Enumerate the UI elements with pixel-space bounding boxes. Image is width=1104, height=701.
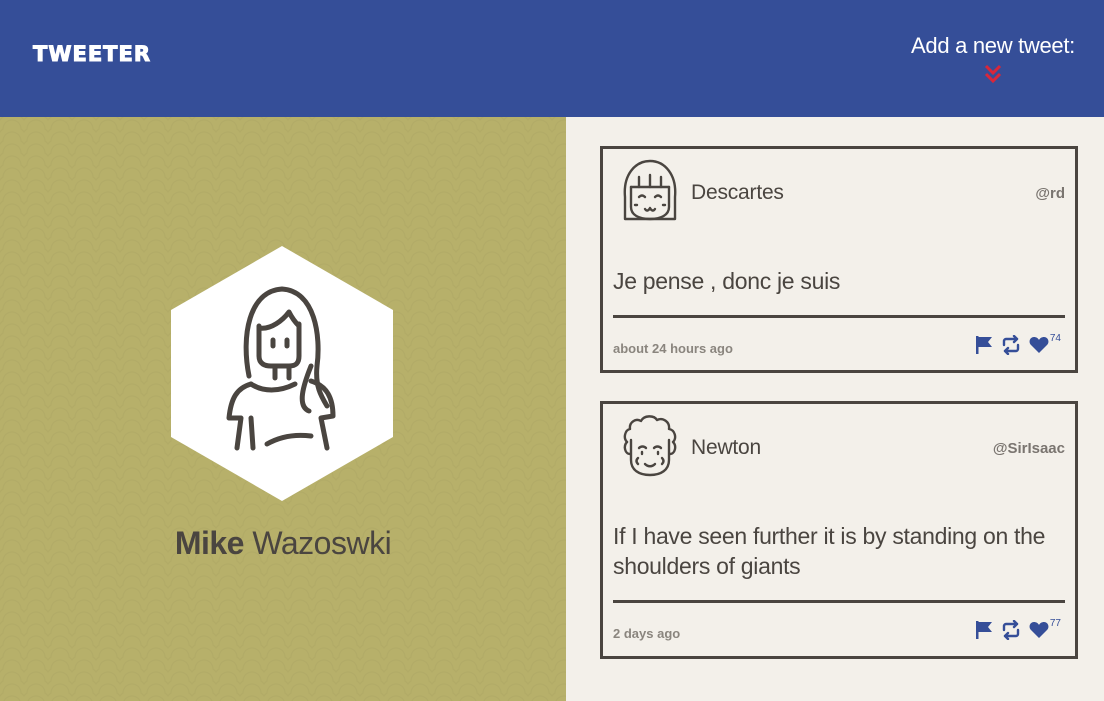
author-avatar <box>623 415 677 477</box>
profile-name: Mike Wazoswki <box>0 525 566 562</box>
flag-icon <box>975 336 992 354</box>
like-button[interactable]: 77 <box>1029 618 1061 639</box>
flag-icon <box>975 621 992 639</box>
like-count: 74 <box>1049 333 1061 344</box>
tweet-actions: 74 <box>967 333 1061 355</box>
flag-button[interactable] <box>975 335 993 355</box>
tweet-card: Descartes @rd Je pense , donc je suis ab… <box>600 146 1078 373</box>
profile-first-name: Mike <box>174 525 245 561</box>
app-logo[interactable]: TWEETER <box>32 42 151 67</box>
heart-icon <box>1029 622 1049 638</box>
tweet-author[interactable]: Newton <box>691 436 761 460</box>
flag-button[interactable] <box>975 620 993 640</box>
author-avatar <box>623 159 677 221</box>
tweet-card: Newton @SirIsaac If I have seen further … <box>600 401 1078 659</box>
tweet-feed: Descartes @rd Je pense , donc je suis ab… <box>566 117 1104 701</box>
heart-icon <box>1029 337 1049 353</box>
top-nav: TWEETER Add a new tweet: <box>0 0 1104 117</box>
tweet-handle[interactable]: @rd <box>1035 185 1065 202</box>
like-button[interactable]: 74 <box>1029 333 1061 354</box>
retweet-icon <box>1002 620 1020 640</box>
retweet-icon <box>1002 335 1020 355</box>
compose-label[interactable]: Add a new tweet: <box>911 32 1075 60</box>
retweet-button[interactable] <box>1001 335 1021 355</box>
compose-toggle[interactable]: Add a new tweet: <box>911 32 1075 85</box>
profile-last-name: Wazoswki <box>252 525 392 561</box>
tweet-timestamp: 2 days ago <box>613 626 681 641</box>
like-count: 77 <box>1049 618 1061 629</box>
tweet-text: If I have seen further it is by standing… <box>613 523 1046 579</box>
tweet-text: Je pense , donc je suis <box>613 268 841 294</box>
tweet-divider <box>613 315 1065 318</box>
profile-panel: Mike Wazoswki <box>0 117 566 701</box>
retweet-button[interactable] <box>1001 620 1021 640</box>
tweet-handle[interactable]: @SirIsaac <box>993 440 1065 457</box>
tweet-author[interactable]: Descartes <box>691 181 784 205</box>
double-chevron-down-icon[interactable] <box>983 63 1003 85</box>
tweet-timestamp: about 24 hours ago <box>613 341 733 356</box>
tweet-actions: 77 <box>967 618 1061 640</box>
tweet-divider <box>613 600 1065 603</box>
profile-avatar <box>171 246 393 501</box>
